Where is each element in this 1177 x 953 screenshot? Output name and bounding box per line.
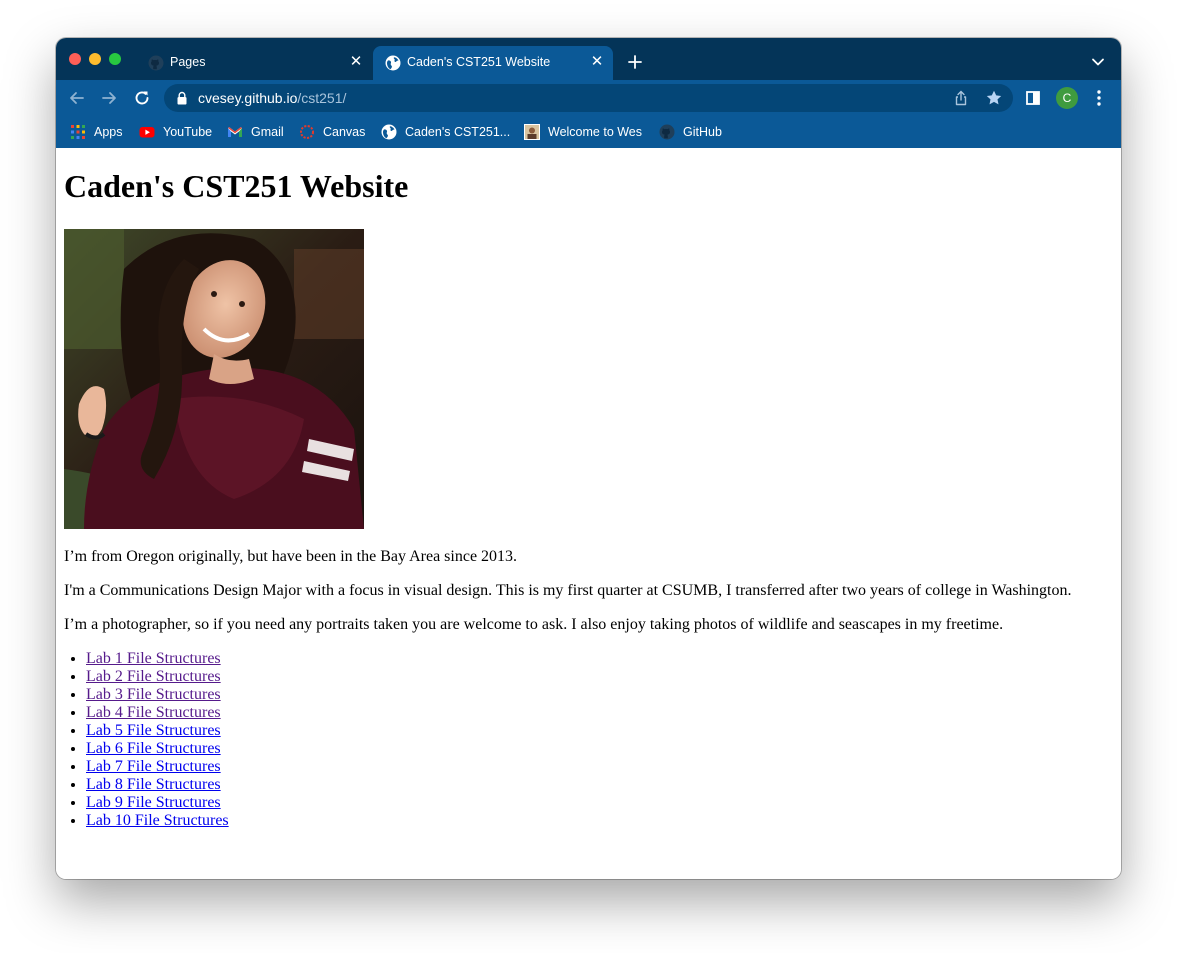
lab-9-link[interactable]: Lab 9 File Structures: [86, 794, 221, 811]
bookmark-label: Caden's CST251...: [405, 125, 511, 139]
lock-icon[interactable]: [176, 91, 188, 105]
list-item: Lab 5 File Structures: [86, 722, 229, 740]
tab-title: Pages: [170, 55, 206, 69]
bookmark-star-icon[interactable]: [985, 89, 1003, 107]
close-tab-icon[interactable]: ✕: [348, 54, 364, 70]
intro-paragraph-origin: I’m from Oregon originally, but have bee…: [64, 548, 518, 565]
lab-5-link[interactable]: Lab 5 File Structures: [86, 722, 221, 739]
bookmark-label: Canvas: [323, 125, 366, 139]
tab-title: Caden's CST251 Website: [407, 55, 551, 69]
list-item: Lab 10 File Structures: [86, 812, 229, 830]
list-item: Lab 4 File Structures: [86, 704, 229, 722]
url-host: cvesey.github.io: [198, 90, 298, 106]
lab-8-link[interactable]: Lab 8 File Structures: [86, 776, 221, 793]
lab-1-link[interactable]: Lab 1 File Structures: [86, 650, 221, 667]
bookmark-canvas[interactable]: Canvas: [299, 123, 365, 141]
bookmark-label: Gmail: [251, 125, 284, 139]
url-path: /cst251/: [297, 90, 347, 106]
canvas-icon: [300, 125, 314, 139]
minimize-window-button[interactable]: [89, 53, 101, 65]
bookmark-label: Apps: [94, 125, 123, 139]
gmail-icon: [228, 127, 242, 137]
bookmark-apps[interactable]: Apps: [70, 123, 123, 141]
bookmark-label: YouTube: [163, 125, 213, 139]
lab-10-link[interactable]: Lab 10 File Structures: [86, 812, 229, 829]
list-item: Lab 1 File Structures: [86, 650, 229, 668]
list-item: Lab 6 File Structures: [86, 740, 229, 758]
apps-grid-icon: [71, 125, 85, 139]
list-item: Lab 8 File Structures: [86, 776, 229, 794]
globe-icon: [381, 124, 397, 140]
close-window-button[interactable]: [69, 53, 81, 65]
bookmark-label: GitHub: [683, 125, 722, 139]
chevron-down-icon[interactable]: [1091, 55, 1105, 69]
more-options-icon[interactable]: [1093, 89, 1105, 107]
bookmark-gmail[interactable]: Gmail: [227, 123, 284, 141]
youtube-icon: [139, 127, 155, 138]
tab-strip: Pages ✕ Caden's CST251 Website ✕: [56, 38, 1121, 80]
lab-links-list: Lab 1 File Structures Lab 2 File Structu…: [64, 650, 229, 830]
bookmark-label: Welcome to Wes: [548, 125, 643, 139]
list-item: Lab 3 File Structures: [86, 686, 229, 704]
close-tab-icon[interactable]: ✕: [589, 54, 605, 70]
github-icon: [659, 124, 675, 140]
new-tab-plus-icon[interactable]: [626, 53, 644, 71]
back-arrow-icon[interactable]: [67, 88, 87, 108]
address-bar[interactable]: cvesey.github.io/cst251/: [164, 84, 1013, 112]
bookmark-youtube[interactable]: YouTube: [139, 123, 212, 141]
lab-3-link[interactable]: Lab 3 File Structures: [86, 686, 221, 703]
site-thumbnail-icon: [524, 124, 540, 140]
zoom-window-button[interactable]: [109, 53, 121, 65]
browser-toolbar: cvesey.github.io/cst251/ C: [56, 80, 1121, 116]
page-content: Caden's CST251 Website I’m from Oregon o…: [56, 148, 1121, 879]
tab-pages[interactable]: Pages ✕: [136, 46, 372, 80]
list-item: Lab 9 File Structures: [86, 794, 229, 812]
bookmark-welcome-to-wes[interactable]: Welcome to Wes: [524, 123, 642, 141]
lab-6-link[interactable]: Lab 6 File Structures: [86, 740, 221, 757]
portrait-photo: [64, 229, 364, 529]
globe-icon: [385, 55, 401, 71]
intro-paragraph-photography: I’m a photographer, so if you need any p…: [64, 616, 1004, 633]
share-icon[interactable]: [953, 90, 969, 106]
bookmark-cst251[interactable]: Caden's CST251...: [381, 123, 510, 141]
lab-7-link[interactable]: Lab 7 File Structures: [86, 758, 221, 775]
reload-icon[interactable]: [132, 88, 152, 108]
intro-paragraph-major: I'm a Communications Design Major with a…: [64, 582, 1072, 599]
bookmark-github[interactable]: GitHub: [659, 123, 722, 141]
forward-arrow-icon[interactable]: [99, 88, 119, 108]
list-item: Lab 2 File Structures: [86, 668, 229, 686]
page-title: Caden's CST251 Website: [64, 168, 409, 204]
github-icon: [148, 55, 164, 71]
url-text[interactable]: cvesey.github.io/cst251/: [198, 90, 346, 106]
lab-4-link[interactable]: Lab 4 File Structures: [86, 704, 221, 721]
lab-2-link[interactable]: Lab 2 File Structures: [86, 668, 221, 685]
tab-cst251-website[interactable]: Caden's CST251 Website ✕: [373, 46, 613, 80]
list-item: Lab 7 File Structures: [86, 758, 229, 776]
bookmarks-bar: Apps YouTube Gmail Canvas Caden's CST251…: [56, 116, 1121, 148]
profile-avatar[interactable]: C: [1056, 87, 1078, 109]
side-panel-icon[interactable]: [1026, 91, 1040, 105]
browser-window: Pages ✕ Caden's CST251 Website ✕ cvesey.…: [56, 38, 1121, 879]
